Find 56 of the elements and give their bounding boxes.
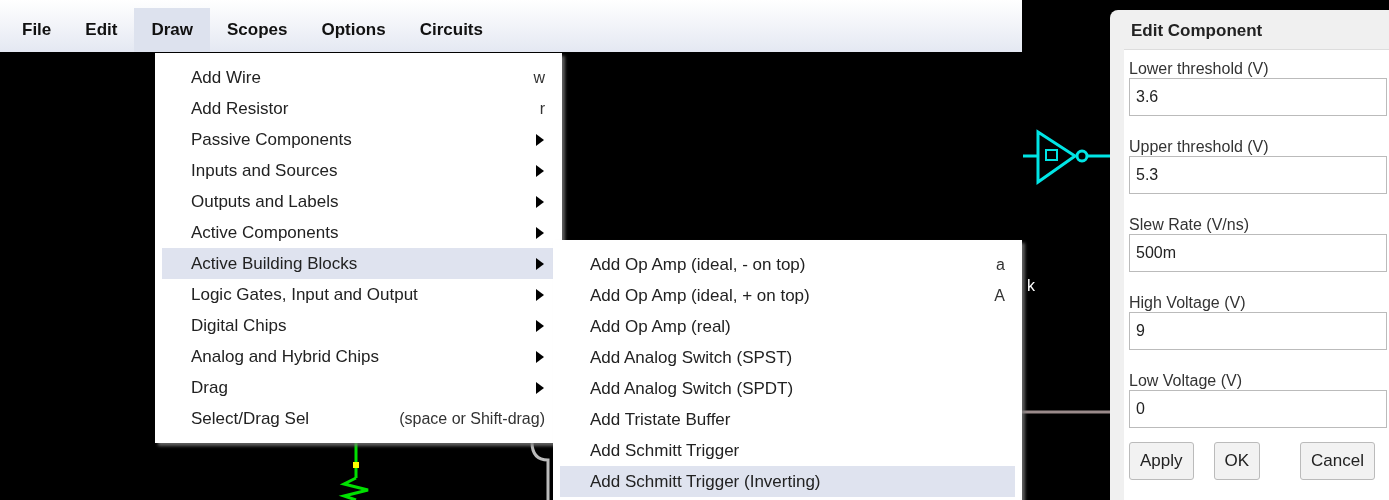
- submenu-arrow-icon: [535, 380, 545, 395]
- submenu-arrow-icon: [535, 318, 545, 333]
- field-label: High Voltage (V): [1129, 294, 1247, 312]
- menu-title[interactable]: Options: [304, 8, 403, 52]
- dialog-button[interactable]: OK: [1213, 442, 1261, 480]
- resistor-drawing: [338, 442, 370, 500]
- canvas-label: k: [1027, 277, 1035, 295]
- shortcut-text: r: [539, 99, 545, 118]
- shortcut-text: (space or Shift-drag): [399, 409, 545, 428]
- shortcut-text: a: [996, 255, 1005, 274]
- menu-title[interactable]: Scopes: [210, 8, 305, 52]
- menu-item[interactable]: Add Schmitt Trigger (Inverting): [560, 466, 1015, 497]
- menu-title[interactable]: Circuits: [402, 8, 500, 52]
- shortcut-text: w: [533, 68, 545, 87]
- menu-item[interactable]: Add Analog Switch (SPDT): [560, 373, 1015, 404]
- menu-title[interactable]: File: [5, 8, 69, 52]
- menu-item[interactable]: Passive Components: [162, 124, 555, 155]
- wire: [530, 441, 550, 500]
- menu-item[interactable]: Add Tristate Buffer: [560, 404, 1015, 435]
- menu-title[interactable]: Draw: [134, 8, 210, 52]
- input-field[interactable]: 500m: [1129, 234, 1387, 272]
- submenu-arrow-icon: [535, 163, 545, 178]
- menu-item[interactable]: Add Op Amp (ideal, + on top) A: [560, 280, 1015, 311]
- menu-item[interactable]: Active Building Blocks: [162, 248, 555, 279]
- menu-item[interactable]: Active Components: [162, 217, 555, 248]
- menu-item[interactable]: Inputs and Sources: [162, 155, 555, 186]
- submenu-arrow-icon: [535, 287, 545, 302]
- field-label: Low Voltage (V): [1129, 372, 1243, 390]
- menu-item[interactable]: Add Schmitt Trigger: [560, 435, 1015, 466]
- menu-item[interactable]: Outputs and Labels: [162, 186, 555, 217]
- input-field[interactable]: 0: [1129, 390, 1387, 428]
- menu-item[interactable]: Add Analog Switch (SPST): [560, 342, 1015, 373]
- submenu-arrow-icon: [535, 132, 545, 147]
- input-field[interactable]: 9: [1129, 312, 1387, 350]
- menu-item[interactable]: Digital Chips: [162, 310, 555, 341]
- dialog-button[interactable]: Apply: [1129, 442, 1194, 480]
- dialog-button[interactable]: Cancel: [1300, 442, 1375, 480]
- input-field[interactable]: 5.3: [1129, 156, 1387, 194]
- menu-item[interactable]: Add Wire w: [162, 62, 555, 93]
- field-label: Upper threshold (V): [1129, 138, 1270, 156]
- field-label: Slew Rate (V/ns): [1129, 216, 1251, 234]
- submenu-arrow-icon: [535, 194, 545, 209]
- menu-item[interactable]: Add Resistor r: [162, 93, 555, 124]
- menu-item[interactable]: Add Op Amp (real): [560, 311, 1015, 342]
- menu-item[interactable]: Drag: [162, 372, 555, 403]
- menu-title[interactable]: Edit: [68, 8, 135, 52]
- field-label: Lower threshold (V): [1129, 60, 1270, 78]
- input-field[interactable]: 3.6: [1129, 78, 1387, 116]
- menu-item[interactable]: Analog and Hybrid Chips: [162, 341, 555, 372]
- submenu-arrow-icon: [535, 225, 545, 240]
- menu-item[interactable]: Add Op Amp (ideal, - on top) a: [560, 249, 1015, 280]
- submenu-arrow-icon: [535, 256, 545, 271]
- submenu-arrow-icon: [535, 349, 545, 364]
- shortcut-text: A: [994, 286, 1005, 305]
- menu-item[interactable]: Select/Drag Sel (space or Shift-drag): [162, 403, 555, 434]
- menu-item[interactable]: Logic Gates, Input and Output: [162, 279, 555, 310]
